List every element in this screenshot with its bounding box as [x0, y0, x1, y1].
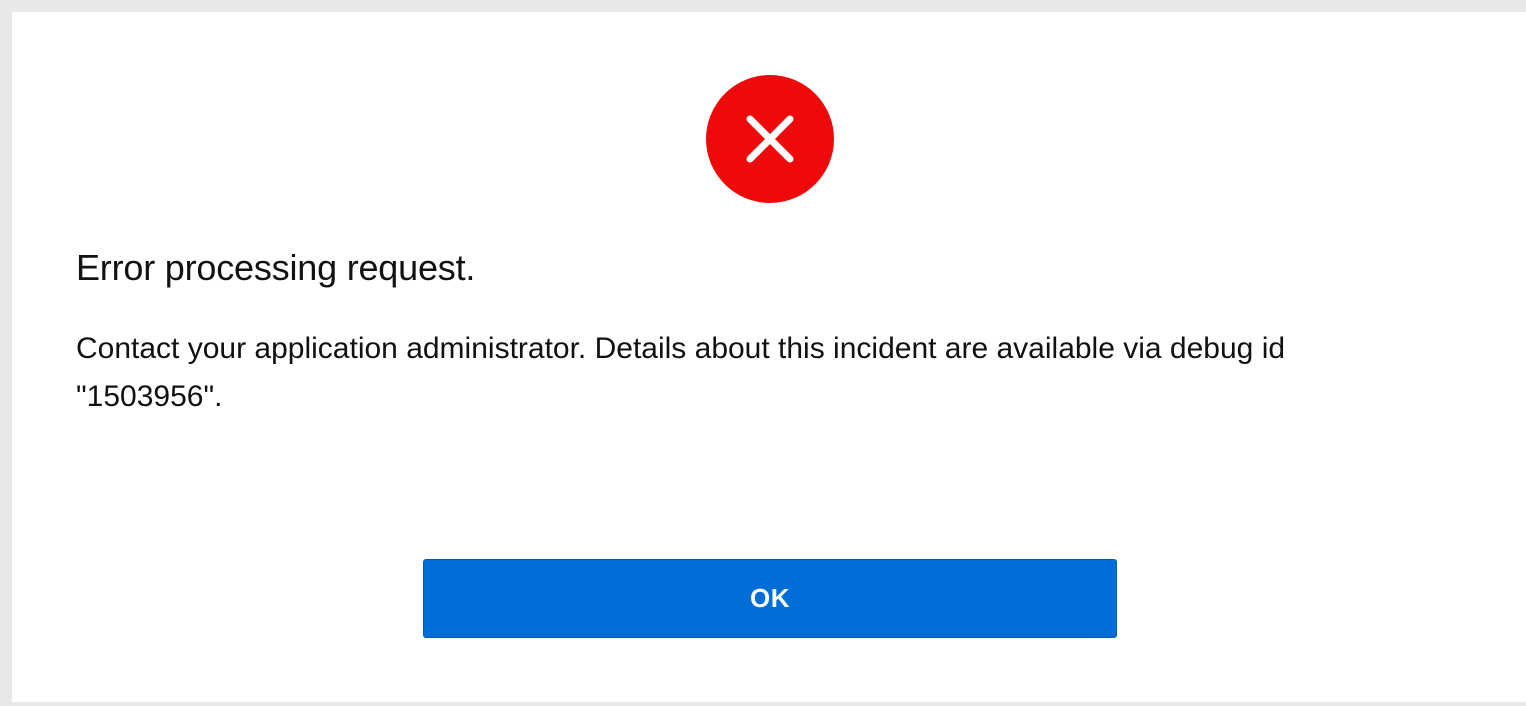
close-cross-icon	[746, 115, 794, 163]
ok-button[interactable]: OK	[423, 559, 1117, 638]
error-title: Error processing request.	[76, 247, 476, 288]
error-dialog: Error processing request. Contact your a…	[12, 12, 1526, 702]
error-x-icon	[706, 75, 834, 203]
error-message: Contact your application administrator. …	[76, 332, 1286, 413]
